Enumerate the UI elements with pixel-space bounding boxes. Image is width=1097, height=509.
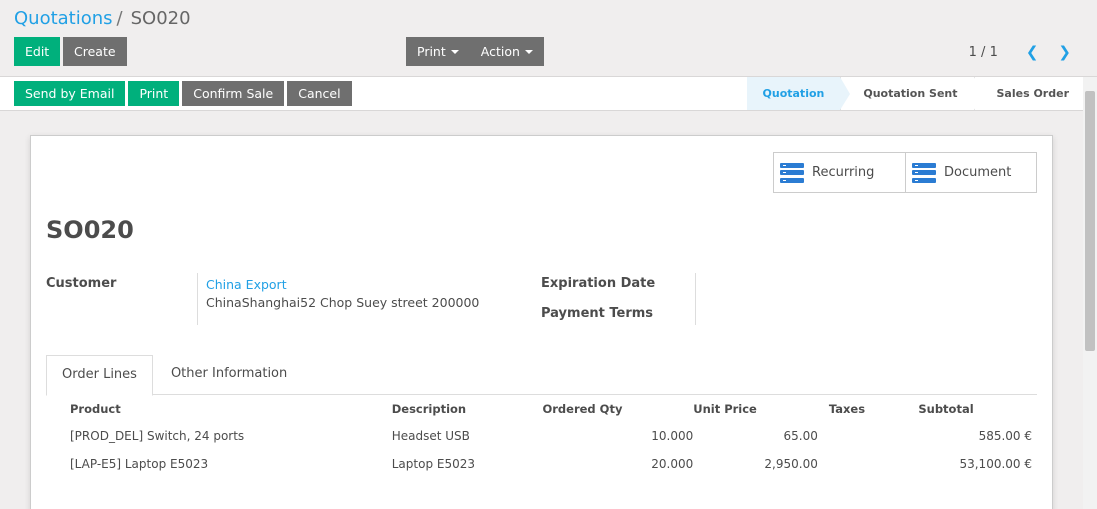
column-header-description[interactable]: Description [392, 396, 543, 422]
caret-down-icon [524, 50, 533, 54]
create-button[interactable]: Create [63, 37, 127, 66]
terms-group: Expiration Date Payment Terms [541, 273, 696, 325]
expiration-date-label: Expiration Date [541, 276, 656, 291]
breadcrumb-current: SO020 [130, 8, 191, 29]
action-dropdown-button[interactable]: Action [469, 37, 544, 66]
table-row[interactable]: [LAP-E5] Laptop E5023 Laptop E5023 20.00… [46, 450, 1039, 478]
breadcrumb-quotations-link[interactable]: Quotations [14, 8, 113, 29]
status-stages: Quotation Quotation Sent Sales Order [746, 77, 1085, 110]
pager: 1 / 1 ❮ ❯ [969, 43, 1071, 61]
document-smart-button[interactable]: Document [905, 153, 1036, 192]
column-header-subtotal[interactable]: Subtotal [918, 396, 1039, 422]
print-dropdown-button[interactable]: Print [406, 37, 470, 66]
form-sheet: Recurring Document SO020 Customer China … [30, 135, 1053, 509]
breadcrumb: Quotations / SO020 [14, 8, 191, 29]
page-scrollbar[interactable] [1083, 77, 1097, 509]
breadcrumb-separator: / [116, 8, 123, 29]
order-lines-table: Product Description Ordered Qty Unit Pri… [46, 396, 1039, 478]
server-icon [780, 162, 804, 183]
cell-ordered-qty: 10.000 [651, 429, 694, 443]
send-by-email-button[interactable]: Send by Email [14, 81, 126, 106]
cell-description: Headset USB [391, 429, 470, 443]
action-dropdown-label: Action [480, 44, 520, 59]
column-header-taxes[interactable]: Taxes [818, 396, 919, 422]
control-panel: Quotations / SO020 Edit Create Print Act… [0, 0, 1097, 77]
customer-address: ChinaShanghai52 Chop Suey street 200000 [206, 295, 480, 310]
recurring-smart-button[interactable]: Recurring [774, 153, 905, 192]
caret-down-icon [450, 50, 459, 54]
record-title: SO020 [46, 216, 134, 244]
stage-sales-order[interactable]: Sales Order [973, 77, 1085, 110]
print-dropdown-label: Print [417, 44, 446, 59]
column-header-ordered-qty[interactable]: Ordered Qty [542, 396, 693, 422]
tab-order-lines[interactable]: Order Lines [46, 355, 153, 396]
print-button[interactable]: Print [128, 81, 180, 106]
stage-quotation-sent[interactable]: Quotation Sent [840, 77, 984, 110]
server-icon [912, 162, 936, 183]
statusbar-buttons: Send by Email Print Confirm Sale Cancel [14, 81, 352, 106]
sidebar-dropdowns: Print Action [406, 37, 544, 66]
cell-unit-price: 2,950.00 [764, 457, 818, 471]
table-header-row: Product Description Ordered Qty Unit Pri… [46, 396, 1039, 422]
cell-taxes [818, 450, 919, 478]
chevron-left-icon[interactable]: ❮ [1026, 43, 1039, 61]
cell-taxes [818, 422, 919, 450]
smart-buttons: Recurring Document [773, 152, 1037, 193]
customer-label: Customer [46, 276, 117, 291]
column-header-product[interactable]: Product [46, 396, 392, 422]
cell-unit-price: 65.00 [783, 429, 818, 443]
cell-subtotal: 585.00 € [978, 429, 1032, 443]
confirm-sale-button[interactable]: Confirm Sale [182, 81, 285, 106]
document-label: Document [944, 165, 1012, 180]
table-row[interactable]: [PROD_DEL] Switch, 24 ports Headset USB … [46, 422, 1039, 450]
scrollbar-thumb[interactable] [1085, 91, 1095, 351]
cell-product: [LAP-E5] Laptop E5023 [70, 457, 209, 471]
customer-field: China Export ChinaShanghai52 Chop Suey s… [197, 273, 479, 325]
pager-value[interactable]: 1 / 1 [969, 45, 998, 60]
cell-subtotal: 53,100.00 € [959, 457, 1032, 471]
cell-ordered-qty: 20.000 [651, 457, 694, 471]
chevron-right-icon[interactable]: ❯ [1058, 43, 1071, 61]
customer-link[interactable]: China Export [206, 276, 479, 294]
tab-other-information[interactable]: Other Information [153, 355, 305, 395]
cancel-button[interactable]: Cancel [287, 81, 352, 106]
edit-button[interactable]: Edit [14, 37, 61, 66]
recurring-label: Recurring [812, 165, 875, 180]
cell-description: Laptop E5023 [391, 457, 475, 471]
statusbar: Send by Email Print Confirm Sale Cancel … [0, 77, 1097, 111]
column-header-unit-price[interactable]: Unit Price [693, 396, 818, 422]
stage-quotation[interactable]: Quotation [746, 77, 851, 110]
cell-product: [PROD_DEL] Switch, 24 ports [70, 429, 245, 443]
payment-terms-label: Payment Terms [541, 306, 654, 321]
notebook-tabs: Order Lines Other Information [46, 355, 1037, 396]
